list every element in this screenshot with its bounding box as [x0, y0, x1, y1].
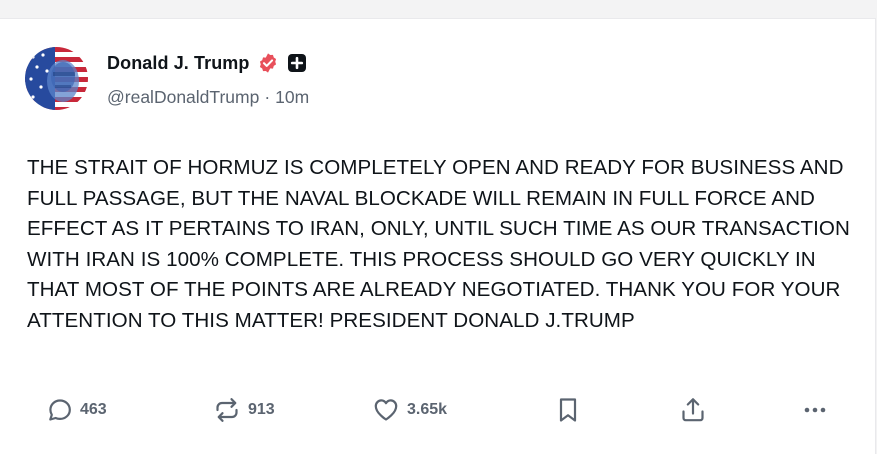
more-icon: [804, 407, 826, 413]
like-count: 3.65k: [407, 401, 448, 418]
retruth-count: 913: [248, 401, 275, 418]
retruth-button[interactable]: 913: [213, 394, 275, 426]
share-button[interactable]: [679, 394, 707, 426]
author-display-name[interactable]: Donald J. Trump: [107, 53, 250, 74]
author-handle[interactable]: @realDonaldTrump: [107, 87, 259, 108]
like-icon: [374, 399, 398, 421]
post-actions-bar: 463 913 3.65k: [0, 394, 876, 426]
reply-count: 463: [80, 401, 107, 418]
post-card: Donald J. Trump @realDonaldTrump · 10m T…: [0, 18, 876, 454]
bookmark-icon: [559, 398, 577, 422]
avatar[interactable]: [25, 47, 88, 110]
share-icon: [682, 398, 704, 422]
retruth-icon: [216, 398, 238, 422]
bookmark-button[interactable]: [555, 394, 581, 426]
post-timestamp[interactable]: 10m: [275, 87, 309, 108]
avatar-flag-image: [25, 47, 88, 110]
plus-badge-icon: [287, 53, 307, 73]
handle-separator: ·: [264, 87, 271, 107]
reply-icon: [49, 399, 71, 421]
post-body-text: THE STRAIT OF HORMUZ IS COMPLETELY OPEN …: [27, 156, 850, 332]
more-options-button[interactable]: [801, 394, 829, 426]
reply-button[interactable]: 463: [47, 394, 107, 426]
verified-badge-icon: [257, 52, 279, 74]
like-button[interactable]: 3.65k: [372, 394, 447, 426]
